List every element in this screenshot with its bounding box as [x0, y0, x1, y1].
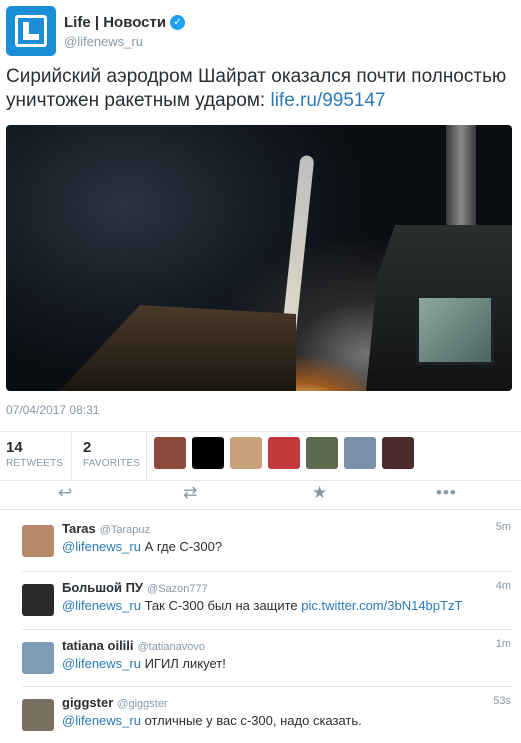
reply-body: отличные у вас с-300, надо сказать.	[140, 713, 362, 728]
divider	[71, 432, 72, 480]
handle[interactable]: @lifenews_ru	[64, 34, 143, 49]
bridge-window	[416, 295, 494, 365]
reply-name: Большой ПУ	[62, 580, 144, 595]
avatar[interactable]	[22, 699, 54, 731]
reply-text: @lifenews_ru ИГИЛ ликует!	[62, 656, 226, 671]
reply-author[interactable]: giggster @giggster	[62, 695, 168, 710]
reply-mention[interactable]: @lifenews_ru	[62, 713, 141, 728]
retweets-count: 14	[6, 439, 23, 456]
reply-handle: @Sazon777	[147, 583, 208, 595]
reply-tweet[interactable]: giggster @giggster 53s @lifenews_ru отличны…	[0, 689, 521, 743]
tweet-actions: ↩ ⇄ ★ •••	[0, 480, 521, 510]
reply-text: @lifenews_ru Так С-300 был на защите pic…	[62, 598, 462, 613]
reply-time[interactable]: 4m	[496, 580, 511, 592]
reply-author[interactable]: Большой ПУ @Sazon777	[62, 580, 208, 595]
reply-tweet[interactable]: Большой ПУ @Sazon777 4m @lifenews_ru Так С-…	[0, 574, 521, 633]
tweet-stats: 14 RETWEETS 2 FAVORITES	[0, 432, 521, 480]
ship-deck	[56, 305, 296, 391]
name-row: Life | Новости ✓	[64, 14, 186, 31]
avatar[interactable]	[22, 525, 54, 557]
reply-author[interactable]: Taras @Tarapuz	[62, 521, 150, 536]
star-icon[interactable]: ★	[312, 483, 327, 503]
reply-handle: @Tarapuz	[99, 524, 151, 536]
avatar[interactable]	[22, 584, 54, 616]
retweets-stat[interactable]: 14 RETWEETS	[6, 439, 63, 469]
reply-name: giggster	[62, 695, 114, 710]
avatar[interactable]	[22, 642, 54, 674]
divider	[22, 686, 512, 687]
tweet-link[interactable]: life.ru/995147	[270, 90, 385, 111]
reply-text: @lifenews_ru отличные у вас с-300, надо …	[62, 713, 362, 728]
retweet-icon[interactable]: ⇄	[183, 483, 197, 503]
divider	[22, 571, 512, 572]
tweet-text: Сирийский аэродром Шайрат оказался почти…	[6, 65, 515, 113]
liker-avatar[interactable]	[306, 437, 338, 469]
reply-text: @lifenews_ru А где С-300?	[62, 539, 222, 554]
reply-tweet[interactable]: Taras @Tarapuz 5m @lifenews_ru А где С-300?	[0, 515, 521, 574]
reply-time[interactable]: 1m	[496, 638, 511, 650]
tweet-body: Сирийский аэродром Шайрат оказался почти…	[6, 66, 507, 111]
divider	[0, 509, 521, 510]
reply-icon[interactable]: ↩	[58, 483, 72, 503]
reply-time[interactable]: 53s	[493, 695, 511, 707]
reply-mention[interactable]: @lifenews_ru	[62, 539, 141, 554]
reply-body: Так С-300 был на защите	[140, 598, 302, 613]
verified-icon: ✓	[170, 15, 186, 30]
reply-body: А где С-300?	[140, 539, 223, 554]
avatar[interactable]	[6, 6, 56, 56]
divider	[146, 432, 147, 480]
reply-time[interactable]: 5m	[496, 521, 511, 533]
liker-avatar[interactable]	[382, 437, 414, 469]
favorites-stat[interactable]: 2 FAVORITES	[83, 439, 140, 469]
reply-link[interactable]: pic.twitter.com/3bN14bpTzT	[301, 598, 462, 613]
reply-mention[interactable]: @lifenews_ru	[62, 656, 141, 671]
reply-handle: @tatianavovo	[137, 641, 205, 653]
reply-mention[interactable]: @lifenews_ru	[62, 598, 141, 613]
retweets-label: RETWEETS	[6, 458, 64, 469]
reply-handle: @giggster	[117, 698, 168, 710]
liker-avatar[interactable]	[268, 437, 300, 469]
liker-avatar[interactable]	[192, 437, 224, 469]
reply-tweet[interactable]: tatiana oilili @tatianavovo 1m @lifenews_ru…	[0, 632, 521, 691]
more-icon[interactable]: •••	[436, 483, 457, 503]
tweet-timestamp[interactable]: 07/04/2017 08:31	[6, 403, 99, 417]
reply-name: tatiana oilili	[62, 638, 134, 653]
favorites-label: FAVORITES	[83, 458, 141, 469]
liker-avatar[interactable]	[230, 437, 262, 469]
favorites-count: 2	[83, 439, 92, 456]
reply-name: Taras	[62, 521, 96, 536]
reply-author[interactable]: tatiana oilili @tatianavovo	[62, 638, 205, 653]
display-name[interactable]: Life | Новости	[64, 14, 166, 31]
tweet-photo[interactable]	[6, 125, 512, 391]
liker-avatars	[154, 437, 414, 469]
liker-avatar[interactable]	[154, 437, 186, 469]
reply-body: ИГИЛ ликует!	[140, 656, 226, 671]
life-logo-icon	[15, 15, 47, 47]
divider	[22, 629, 512, 630]
tweet-header: Life | Новости ✓ @lifenews_ru	[6, 6, 515, 56]
liker-avatar[interactable]	[344, 437, 376, 469]
